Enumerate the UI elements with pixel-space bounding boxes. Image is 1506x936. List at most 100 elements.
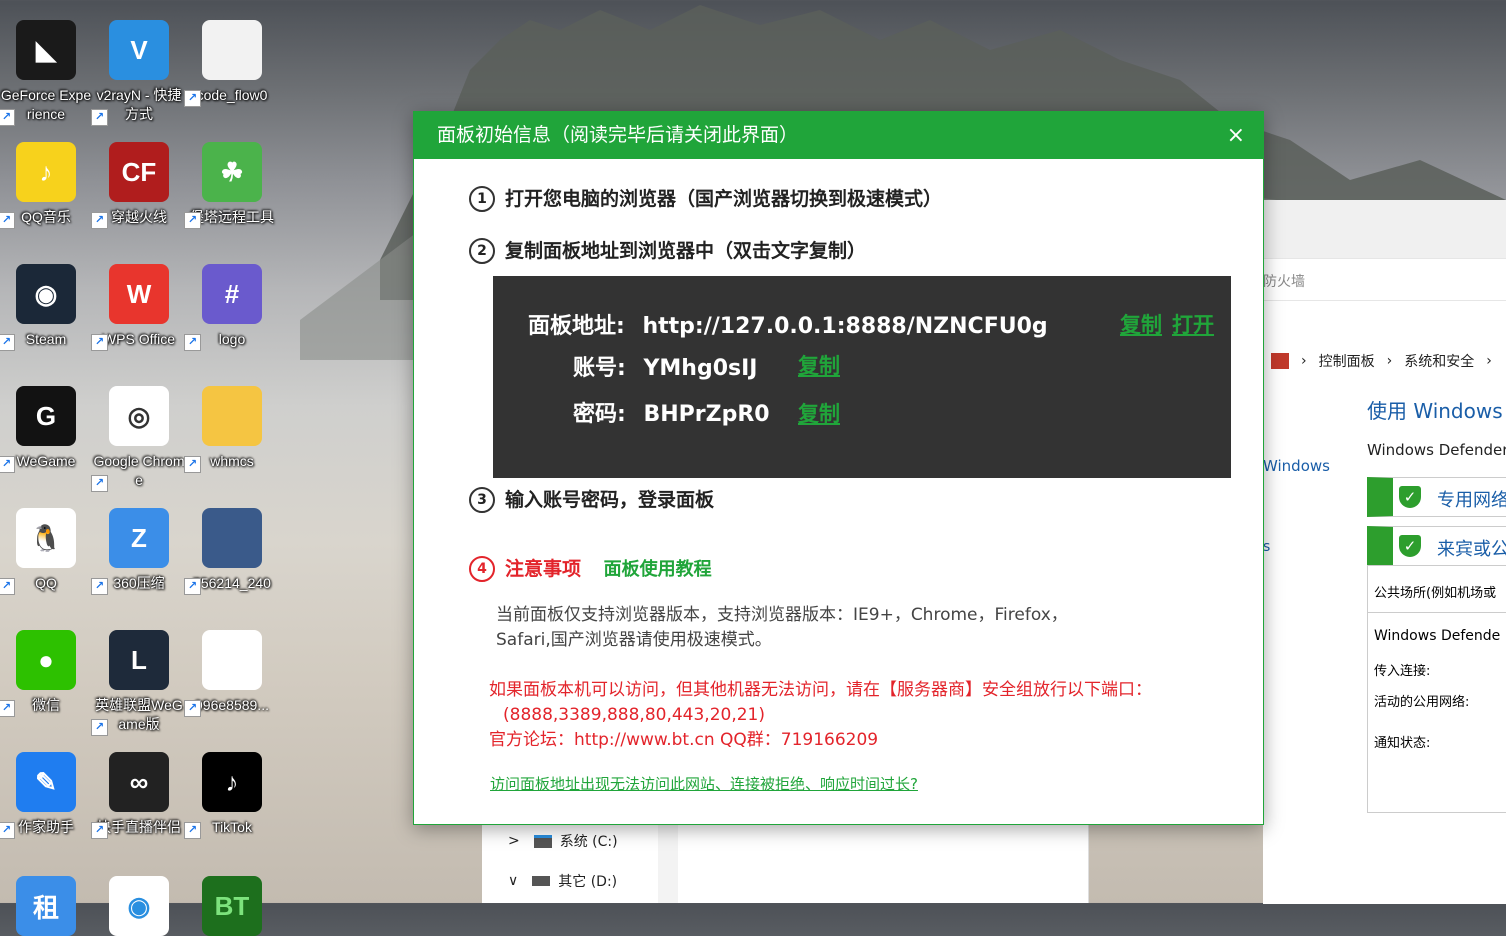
kuaishou-icon: ∞ (109, 752, 169, 812)
logo-icon: # (202, 264, 262, 324)
firewall-window-title: 防火墙 (1263, 258, 1506, 301)
shortcut-arrow-icon: ↗ (0, 334, 15, 351)
desktop-icon-wegame[interactable]: G ↗ WeGame (0, 386, 92, 473)
wps-icon: W (109, 264, 169, 324)
image-icon (202, 508, 262, 568)
file-icon (202, 20, 262, 80)
dialog-header: 面板初始信息（阅读完毕后请关闭此界面） × (414, 112, 1263, 159)
chevron-down-icon: ∨ (508, 873, 519, 889)
tutorial-link[interactable]: 面板使用教程 (604, 559, 712, 580)
shortcut-arrow-icon: ↗ (184, 90, 201, 107)
drive-icon (533, 834, 552, 848)
breadcrumb: › 控制面板 › 系统和安全 › (1271, 351, 1492, 371)
document-icon (202, 630, 262, 690)
side-link-windows[interactable]: Windows (1263, 457, 1330, 475)
firewall-window: › 控制面板 › 系统和安全 › Windows s 使用 Windows Wi… (1263, 300, 1506, 904)
shortcut-arrow-icon: ↗ (184, 212, 201, 229)
browser-note: 当前面板仅支持浏览器版本，支持浏览器版本：IE9+，Chrome，Firefox… (496, 605, 1068, 650)
drive-d-item[interactable]: ∨ 其它 (D:) (508, 871, 617, 891)
password-row: 密码: BHPrZpR0 (573, 402, 770, 427)
desktop-icon-wechat[interactable]: ● ↗ 微信 (0, 630, 92, 717)
shortcut-arrow-icon: ↗ (91, 212, 108, 229)
shortcut-arrow-icon: ↗ (91, 475, 108, 492)
panel-credentials-box: 面板地址: http://127.0.0.1:8888/NZNCFU0g 复制 … (493, 276, 1231, 478)
qq-icon: 🐧 (16, 508, 76, 568)
step-number: 3 (469, 487, 495, 513)
drive-icon (532, 876, 551, 886)
desktop-icon-tiktok[interactable]: ♪ ↗ TikTok (184, 752, 278, 839)
close-icon[interactable]: × (1227, 112, 1245, 159)
guest-network-row[interactable]: ✓ 来宾或公 (1367, 526, 1506, 566)
desktop-icon-partial-3[interactable]: BT (186, 876, 278, 936)
app-icon: ◉ (109, 876, 169, 936)
v2rayn-icon: V (109, 20, 169, 80)
step-number: 4 (469, 556, 495, 582)
steam-icon: ◉ (16, 264, 76, 324)
desktop-icon-kuaishou[interactable]: ∞ ↗ 快手直播伴侣 (91, 752, 185, 839)
step-4-notice: 4 注意事项 面板使用教程 (469, 554, 712, 582)
desktop-icon-folder[interactable]: ↗ whmcs (184, 386, 278, 473)
shortcut-arrow-icon: ↗ (0, 456, 15, 473)
public-network-details: 公共场所(例如机场或 Windows Defende 传入连接: 活动的公用网络… (1367, 565, 1506, 813)
bg-window-titlebar (1263, 200, 1506, 258)
step-number: 2 (469, 238, 495, 264)
chevron-right-icon: > (508, 833, 520, 849)
private-network-row[interactable]: ✓ 专用网络 (1367, 477, 1506, 517)
explorer-nav-pane: > 系统 (C:) ∨ 其它 (D:) (482, 823, 658, 903)
step-2: 2 复制面板地址到浏览器中（双击文字复制） (469, 236, 866, 264)
step-number: 1 (469, 186, 495, 212)
desktop-icon-zip360[interactable]: Z ↗ 360压缩 (91, 508, 185, 595)
lol-icon: L (109, 630, 169, 690)
zip360-icon: Z (109, 508, 169, 568)
breadcrumb-control-panel[interactable]: 控制面板 (1319, 351, 1375, 371)
control-panel-icon (1271, 353, 1289, 369)
open-url-link[interactable]: 打开 (1172, 309, 1214, 339)
account-text[interactable]: YMhg0sIJ (643, 356, 757, 381)
desktop-icon-document[interactable]: ↗ 996e8589... (184, 630, 278, 717)
copy-account-link[interactable]: 复制 (798, 350, 840, 380)
shortcut-arrow-icon: ↗ (184, 578, 201, 595)
desktop-icon-partial-1[interactable]: 租 (0, 876, 92, 936)
firewall-heading: 使用 Windows (1367, 399, 1503, 423)
desktop-icon-writer[interactable]: ✎ ↗ 作家助手 (0, 752, 92, 839)
copy-password-link[interactable]: 复制 (798, 398, 840, 428)
desktop-icon-crossfire[interactable]: CF ↗ 穿越火线 (91, 142, 185, 229)
desktop-icon-file[interactable]: ↗ code_flow0 (184, 20, 278, 107)
password-text[interactable]: BHPrZpR0 (643, 402, 769, 427)
shortcut-arrow-icon: ↗ (0, 822, 15, 839)
wechat-icon: ● (16, 630, 76, 690)
qqmusic-icon: ♪ (16, 142, 76, 202)
copy-url-link[interactable]: 复制 (1120, 309, 1162, 339)
shortcut-arrow-icon: ↗ (0, 700, 15, 717)
tiktok-icon: ♪ (202, 752, 262, 812)
app-icon: 租 (16, 876, 76, 936)
desktop-icon-geforce[interactable]: ◣ ↗ GeForce Experience (0, 20, 92, 126)
desktop-icon-image[interactable]: ↗ 756214_240 (184, 508, 278, 595)
panel-url-row: 面板地址: http://127.0.0.1:8888/NZNCFU0g (528, 314, 1048, 339)
drive-c-item[interactable]: > 系统 (C:) (508, 831, 618, 851)
desktop-icon-lol[interactable]: L ↗ 英雄联盟WeGame版 (91, 630, 185, 736)
desktop-icon-wps[interactable]: W ↗ WPS Office (91, 264, 185, 351)
desktop-icon-chrome[interactable]: ◎ ↗ Google Chrome (91, 386, 185, 492)
desktop-icon-partial-2[interactable]: ◉ (93, 876, 185, 936)
help-link[interactable]: 访问面板地址出现无法访问此网站、连接被拒绝、响应时间过长? (490, 772, 918, 797)
desktop-icon-steam[interactable]: ◉ ↗ Steam (0, 264, 92, 351)
panel-url-text[interactable]: http://127.0.0.1:8888/NZNCFU0g (642, 314, 1047, 339)
desktop-icon-qq[interactable]: 🐧 ↗ QQ (0, 508, 92, 595)
desktop-icon-bt-remote[interactable]: ☘ ↗ 堡塔远程工具 (184, 142, 278, 229)
shortcut-arrow-icon: ↗ (184, 456, 201, 473)
shortcut-arrow-icon: ↗ (184, 822, 201, 839)
explorer-divider (658, 823, 678, 903)
side-link[interactable]: s (1263, 539, 1270, 555)
desktop-icon-qqmusic[interactable]: ♪ ↗ QQ音乐 (0, 142, 92, 229)
desktop-icon-v2rayn[interactable]: V ↗ v2rayN - 快捷方式 (91, 20, 185, 126)
shortcut-arrow-icon: ↗ (184, 334, 201, 351)
breadcrumb-security[interactable]: 系统和安全 (1404, 351, 1474, 371)
bt-panel-icon: BT (202, 876, 262, 936)
geforce-icon: ◣ (16, 20, 76, 80)
shortcut-arrow-icon: ↗ (91, 719, 108, 736)
shortcut-arrow-icon: ↗ (0, 109, 15, 126)
desktop-icon-logo[interactable]: # ↗ logo (184, 264, 278, 351)
shield-check-icon: ✓ (1399, 486, 1421, 508)
folder-icon (202, 386, 262, 446)
